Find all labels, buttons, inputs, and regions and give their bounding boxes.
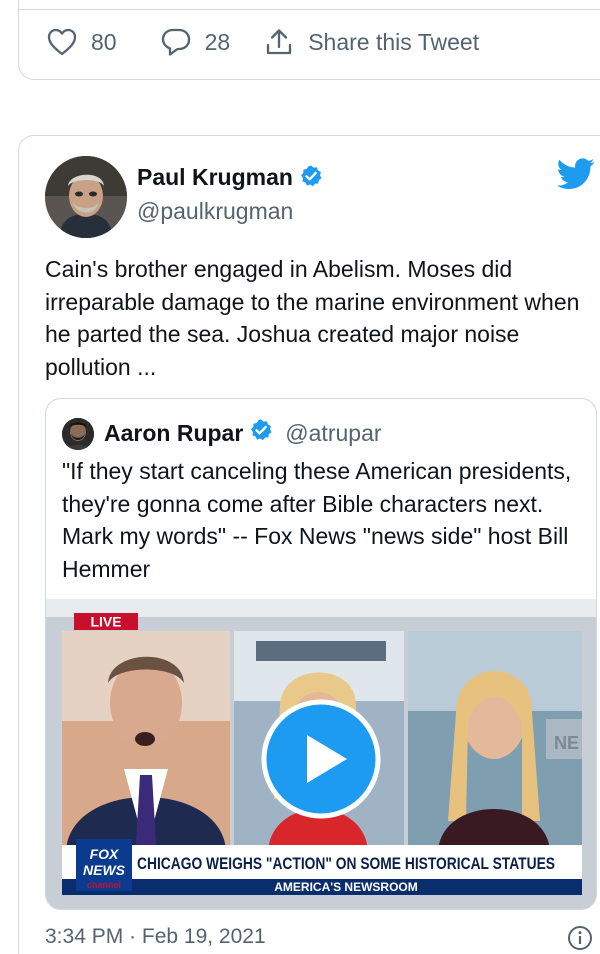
live-label: LIVE — [90, 614, 121, 630]
divider — [19, 9, 600, 10]
reply-bubble-icon — [161, 27, 191, 57]
tweet-actions: 80 28 Share this Tweet — [47, 22, 479, 62]
watermark-text: NE — [554, 733, 579, 753]
fox-logo-line2: NEWS — [83, 862, 126, 878]
quoted-tweet[interactable]: Aaron Rupar @atrupar "If they start canc… — [45, 398, 597, 910]
tweet-timestamp[interactable]: 3:34 PM · Feb 19, 2021 — [45, 925, 266, 949]
reply-button[interactable]: 28 — [161, 27, 231, 57]
quoted-tweet-text: "If they start canceling these American … — [62, 458, 572, 582]
quoted-author-line: Aaron Rupar @atrupar — [104, 418, 382, 448]
quoted-author-handle[interactable]: @atrupar — [285, 420, 381, 447]
author-handle[interactable]: @paulkrugman — [137, 198, 293, 225]
author-name-text: Paul Krugman — [137, 164, 293, 190]
quoted-author-name[interactable]: Aaron Rupar — [104, 420, 243, 447]
play-button[interactable] — [261, 699, 381, 819]
chyron-show-name: AMERICA'S NEWSROOM — [274, 880, 418, 894]
share-label: Share this Tweet — [308, 28, 480, 55]
info-icon[interactable] — [567, 925, 593, 954]
video-player[interactable]: NE LIVE FOX NEWS channel CHICAGO WEIGHS … — [46, 599, 596, 909]
fox-logo-line3: channel — [87, 880, 121, 890]
share-tweet-button[interactable]: Share this Tweet — [264, 27, 479, 57]
verified-badge-icon — [249, 418, 273, 448]
reply-count: 28 — [204, 28, 231, 55]
like-button[interactable]: 80 — [47, 28, 117, 56]
share-upload-icon — [264, 27, 294, 57]
play-icon — [261, 699, 381, 819]
like-count: 80 — [91, 28, 117, 55]
quoted-author-avatar[interactable] — [62, 418, 94, 450]
avatar[interactable] — [45, 156, 127, 238]
previous-tweet-card: 80 28 Share this Tweet — [18, 0, 600, 80]
fox-logo-line1: FOX — [90, 846, 120, 862]
tweet-card[interactable]: Paul Krugman @paulkrugman Cain's brother… — [18, 135, 600, 954]
heart-icon — [47, 28, 77, 56]
twitter-bird-icon[interactable] — [557, 158, 595, 195]
chyron-headline: CHICAGO WEIGHS "ACTION" ON SOME HISTORIC… — [137, 854, 555, 873]
tweet-text: Cain's brother engaged in Abelism. Moses… — [45, 256, 580, 380]
author-name[interactable]: Paul Krugman — [137, 164, 323, 194]
verified-badge-icon — [299, 164, 323, 194]
